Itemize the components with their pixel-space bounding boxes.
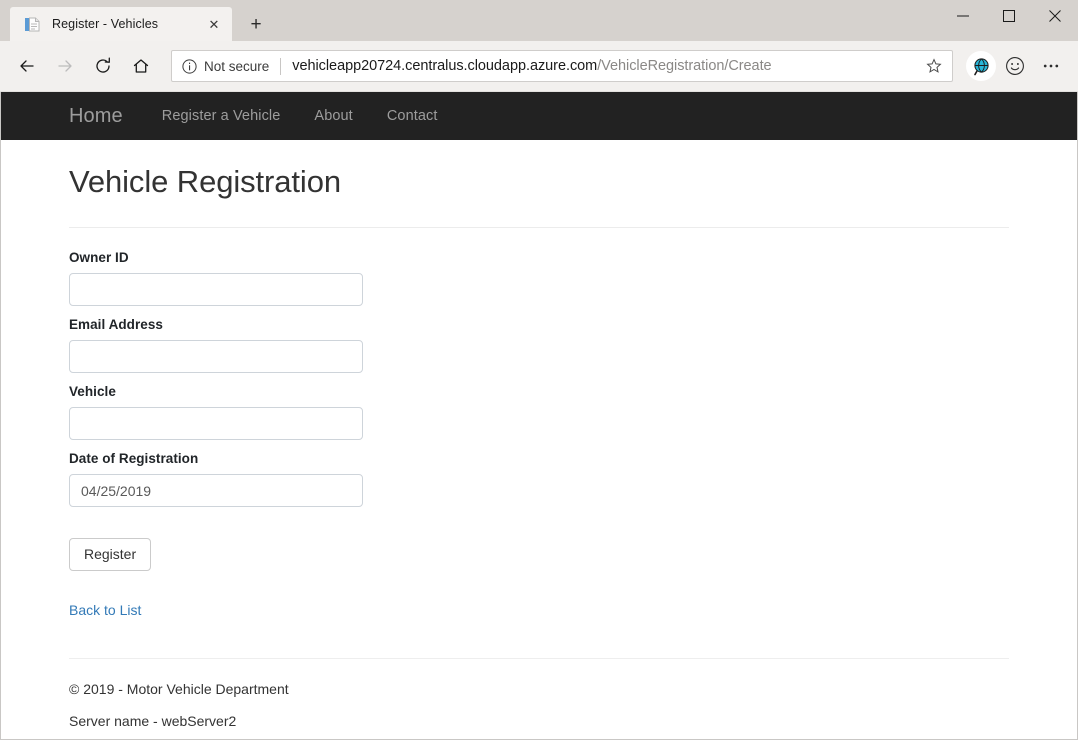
minimize-icon[interactable] xyxy=(940,0,986,32)
document-icon xyxy=(24,16,41,33)
footer-server-name: Server name - webServer2 xyxy=(69,713,237,729)
url-text: vehicleapp20724.centralus.cloudapp.azure… xyxy=(292,58,920,74)
form-group-vehicle: Vehicle xyxy=(69,384,1009,440)
label-vehicle: Vehicle xyxy=(69,384,116,399)
maximize-icon[interactable] xyxy=(986,0,1032,32)
navbar-links: Register a Vehicle About Contact xyxy=(162,108,438,124)
footer-divider xyxy=(69,658,1009,659)
security-status-label: Not secure xyxy=(204,58,270,74)
footer-copyright: © 2019 - Motor Vehicle Department xyxy=(69,681,289,697)
tab-title: Register - Vehicles xyxy=(52,17,159,31)
browser-tab[interactable]: Register - Vehicles ✕ xyxy=(10,7,232,41)
label-email-address: Email Address xyxy=(69,317,163,332)
label-owner-id: Owner ID xyxy=(69,250,129,265)
forward-arrow-icon xyxy=(46,47,84,85)
new-tab-button[interactable]: + xyxy=(241,9,271,39)
tab-strip: Register - Vehicles ✕ + xyxy=(0,0,1078,41)
form-group-date-of-registration: Date of Registration xyxy=(69,451,1009,507)
home-icon[interactable] xyxy=(122,47,160,85)
nav-link-about[interactable]: About xyxy=(314,108,352,124)
title-divider xyxy=(69,227,1009,228)
close-icon[interactable] xyxy=(1032,0,1078,32)
page-title: Vehicle Registration xyxy=(69,164,341,199)
back-arrow-icon[interactable] xyxy=(8,47,46,85)
email-address-input[interactable] xyxy=(69,340,363,373)
form-group-email-address: Email Address xyxy=(69,317,1009,373)
site-navbar: Home Register a Vehicle About Contact xyxy=(1,92,1077,140)
browser-toolbar: Not secure vehicleapp20724.centralus.clo… xyxy=(0,41,1078,92)
back-to-list-link[interactable]: Back to List xyxy=(69,602,141,618)
ellipsis-icon[interactable] xyxy=(1034,49,1068,83)
star-icon[interactable] xyxy=(920,52,948,80)
label-date-of-registration: Date of Registration xyxy=(69,451,199,466)
url-path: /VehicleRegistration/Create xyxy=(597,58,772,74)
nav-link-register-a-vehicle[interactable]: Register a Vehicle xyxy=(162,108,281,124)
page-container: Vehicle Registration Owner ID Email Addr… xyxy=(1,164,1077,729)
date-of-registration-input[interactable] xyxy=(69,474,363,507)
address-separator xyxy=(280,57,282,75)
form-group-owner-id: Owner ID xyxy=(69,250,1009,306)
refresh-icon[interactable] xyxy=(84,47,122,85)
nav-link-contact[interactable]: Contact xyxy=(387,108,438,124)
tab-close-icon[interactable]: ✕ xyxy=(204,14,224,34)
vehicle-input[interactable] xyxy=(69,407,363,440)
address-bar[interactable]: Not secure vehicleapp20724.centralus.clo… xyxy=(171,50,953,82)
globe-icon[interactable] xyxy=(966,51,996,81)
register-button[interactable]: Register xyxy=(69,538,152,571)
info-circle-icon xyxy=(182,58,197,74)
browser-window: Register - Vehicles ✕ + Not secure vehic… xyxy=(0,0,1078,740)
window-controls xyxy=(940,0,1078,32)
smiley-icon[interactable] xyxy=(998,49,1032,83)
url-host: vehicleapp20724.centralus.cloudapp.azure… xyxy=(292,58,598,74)
navbar-brand-home[interactable]: Home xyxy=(69,105,123,128)
page-viewport: Home Register a Vehicle About Contact Ve… xyxy=(0,92,1078,740)
owner-id-input[interactable] xyxy=(69,273,363,306)
vehicle-registration-form: Owner ID Email Address Vehicle Date of R… xyxy=(69,250,1009,571)
